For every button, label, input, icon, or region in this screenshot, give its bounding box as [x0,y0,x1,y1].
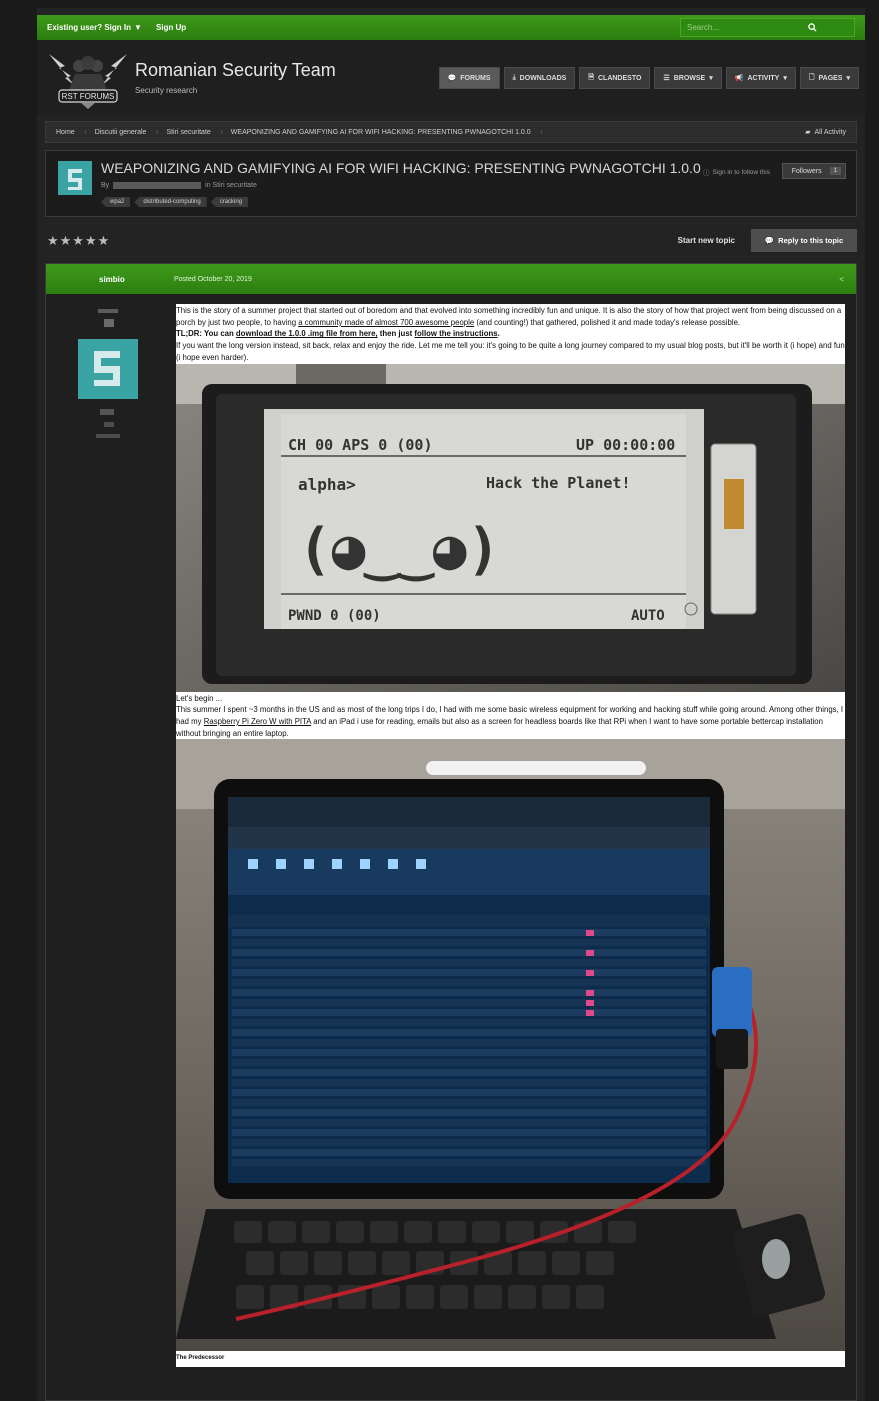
sign-in-link[interactable]: Existing user? Sign In ▼ [47,23,142,32]
topic-header: WEAPONIZING AND GAMIFYING AI FOR WIFI HA… [45,150,857,217]
nav-activity[interactable]: 📢 ACTIVITY ▾ [725,67,796,89]
ipad-bettercap-photo [176,739,845,1352]
page-icon: 🗋 [808,73,815,81]
post-body: Let's begin ... This summer I spent ~3 m… [176,691,845,740]
author-avatar-large[interactable] [78,339,138,399]
breadcrumb: Home Discutii generale Stiri securitate … [45,121,857,143]
nav-browse[interactable]: ☰ BROWSE ▾ [654,67,722,89]
download-link[interactable]: download the 1.0.0 .img file from here, [236,329,378,338]
post-container: simbio Posted October 20, 2019 < This is… [45,263,857,1401]
eink-face: (◕‿‿◕) [298,517,500,582]
post-content: This is the story of a summer project th… [176,304,845,1368]
eink-channel: CH 00 APS 0 (00) [288,436,433,454]
megaphone-icon: 📢 [734,75,744,82]
post-header: simbio Posted October 20, 2019 < [46,264,856,294]
author-avatar[interactable] [58,161,92,195]
reply-icon: 💬 [764,236,775,245]
breadcrumb-stiri[interactable]: Stiri securitate [156,129,223,136]
topic-tags: wpa2 distributed-computing cracking [101,197,249,207]
site-tagline: Security research [135,86,198,95]
site-name[interactable]: Romanian Security Team [135,60,336,81]
caret-down-icon: ▼ [134,23,142,32]
caret-down-icon: ▾ [709,75,713,82]
reply-button[interactable]: 💬 Reply to this topic [751,229,857,252]
caret-down-icon: ▾ [846,75,850,82]
nav-forums[interactable]: 💬 FORUMS [438,67,500,89]
nav-clandesto[interactable]: 🗎 CLANDESTO [579,67,651,89]
breadcrumb-home[interactable]: Home [46,129,86,136]
tag-item[interactable]: cracking [210,197,249,207]
nav-pages[interactable]: 🗋 PAGES ▾ [799,67,859,89]
logo-text: RST FORUMS [62,92,115,101]
main-nav: 💬 FORUMS ⤓ DOWNLOADS 🗎 CLANDESTO ☰ BROWSE ▾ 📢… [438,67,859,89]
instructions-link[interactable]: follow the instructions [414,329,497,338]
info-icon: ⓘ [703,170,710,177]
community-link[interactable]: a community made of almost 700 awesome p… [298,318,474,327]
rst-logo[interactable]: RST FORUMS [45,46,131,110]
post-intro: This is the story of a summer project th… [176,304,845,364]
blurred-rank [98,309,118,313]
post-date[interactable]: Posted October 20, 2019 [174,276,252,283]
blurred-meta [96,434,120,438]
breadcrumb-current: WEAPONIZING AND GAMIFYING AI FOR WIFI HA… [221,129,543,136]
comments-icon: 💬 [447,75,457,82]
nav-downloads[interactable]: ⤓ DOWNLOADS [503,67,576,89]
share-icon[interactable]: < [839,275,844,284]
blurred-group [100,409,114,415]
eink-status: Hack the Planet! [486,474,631,492]
eink-mode: AUTO [631,608,665,624]
search-icon[interactable] [773,21,853,35]
blurred-badge [104,319,114,327]
search-input[interactable]: Search... [680,18,855,37]
site-header: RST FORUMS Romanian Security Team Securi… [37,40,865,115]
breadcrumb-discutii[interactable]: Discutii generale [85,129,158,136]
tag-item[interactable]: distributed-computing [134,197,207,207]
post-author[interactable]: simbio [99,275,125,284]
sign-up-link[interactable]: Sign Up [156,23,186,32]
rss-icon: ▰ [805,129,811,136]
section-heading: The Predecessor [176,1351,845,1368]
tag-item[interactable]: wpa2 [101,197,131,207]
eink-uptime: UP 00:00:00 [576,436,675,454]
topic-byline: By in Stiri securitate [101,182,257,189]
list-icon: ☰ [663,75,670,82]
start-new-topic-link[interactable]: Start new topic [678,236,735,245]
document-icon: 🗎 [588,73,594,81]
top-bar: Existing user? Sign In ▼ Sign Up Search..… [37,15,865,40]
eink-name: alpha> [298,475,356,494]
pwnagotchi-photo: CH 00 APS 0 (00) UP 00:00:00 alpha> Hack… [176,363,845,692]
all-activity-link[interactable]: ▰ All Activity [805,128,846,137]
eink-pwnd: PWND 0 (00) [288,608,381,624]
caret-down-icon: ▾ [783,75,787,82]
followers-button[interactable]: Followers 1 [781,163,846,179]
topic-forum[interactable]: in Stiri securitate [205,182,257,189]
topic-title: WEAPONIZING AND GAMIFYING AI FOR WIFI HA… [101,160,701,176]
download-icon: ⤓ [512,74,516,81]
topic-rating[interactable]: ★★★★★ [47,233,110,249]
follow-hint[interactable]: ⓘ Sign in to follow this [703,167,770,178]
followers-count: 1 [829,167,841,175]
raspberry-pi-link[interactable]: Raspberry Pi Zero W with PITA [204,717,311,726]
blurred-posts [104,422,114,427]
blurred-author [113,182,202,189]
